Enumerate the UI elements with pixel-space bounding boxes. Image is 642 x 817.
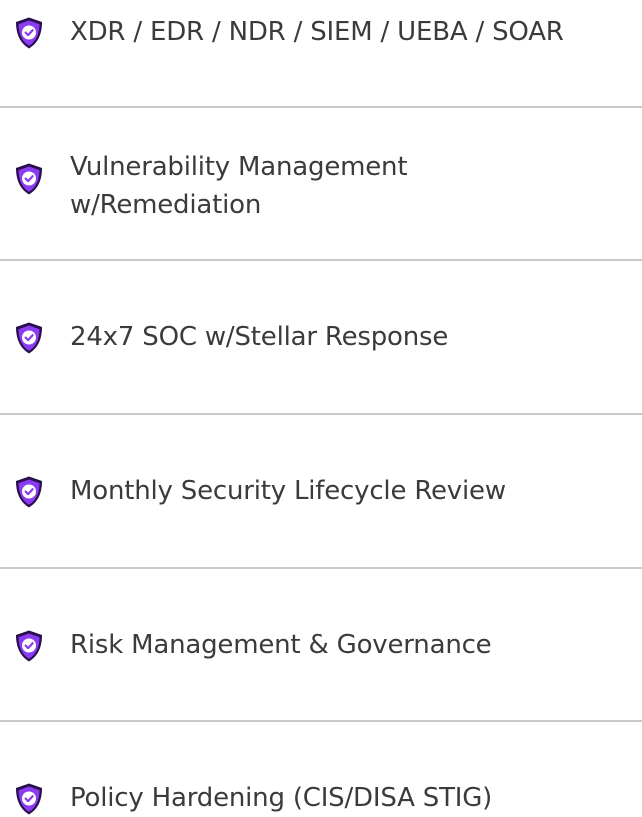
feature-label: Risk Management & Governance [70,630,492,660]
divider [0,259,642,261]
shield-check-icon [12,16,46,50]
shield-check-icon [12,321,46,355]
feature-label-line-1: Vulnerability Management [70,152,408,182]
list-item: Monthly Security Lifecycle Review [0,473,642,509]
feature-list: XDR / EDR / NDR / SIEM / UEBA / SOAR Vul… [0,0,642,817]
divider [0,567,642,569]
list-item: Vulnerability Management w/Remediation [0,150,642,224]
feature-label: 24x7 SOC w/Stellar Response [70,322,449,352]
shield-check-icon [12,475,46,509]
divider [0,106,642,108]
shield-check-icon [12,782,46,816]
shield-check-icon [12,162,46,196]
list-item: XDR / EDR / NDR / SIEM / UEBA / SOAR [0,14,642,50]
list-item: Risk Management & Governance [0,627,642,663]
shield-check-icon [12,629,46,663]
divider [0,720,642,722]
feature-label-line-2: w/Remediation [70,190,262,220]
feature-label: Policy Hardening (CIS/DISA STIG) [70,783,493,813]
feature-label: XDR / EDR / NDR / SIEM / UEBA / SOAR [70,17,564,47]
feature-label: Monthly Security Lifecycle Review [70,476,506,506]
list-item: Policy Hardening (CIS/DISA STIG) [0,780,642,816]
divider [0,413,642,415]
list-item: 24x7 SOC w/Stellar Response [0,319,642,355]
